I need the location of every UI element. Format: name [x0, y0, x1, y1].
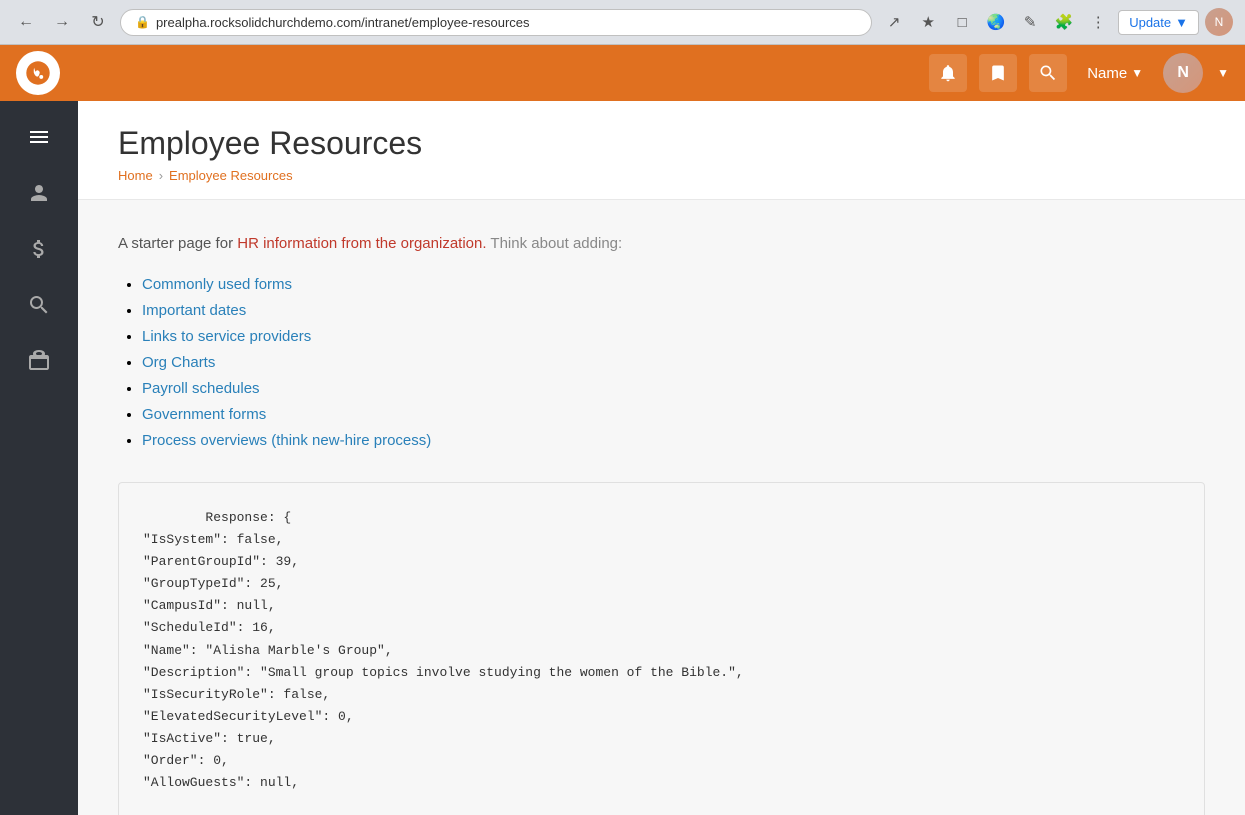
- pencil-button[interactable]: ✎: [1016, 8, 1044, 36]
- breadcrumb: Home › Employee Resources: [118, 168, 1205, 183]
- browser-chrome: ← → ↻ 🔒 prealpha.rocksolidchurchdemo.com…: [0, 0, 1245, 45]
- user-chevron-icon: ▼: [1131, 66, 1143, 80]
- list-item: Links to service providers: [142, 328, 1205, 346]
- reload-button[interactable]: ↻: [84, 8, 112, 36]
- address-bar[interactable]: 🔒 prealpha.rocksolidchurchdemo.com/intra…: [120, 9, 872, 36]
- list-item: Process overviews (think new-hire proces…: [142, 432, 1205, 450]
- share-button[interactable]: ↗: [880, 8, 908, 36]
- intro-highlight: HR information from the organization.: [237, 235, 486, 252]
- list-item: Government forms: [142, 406, 1205, 424]
- breadcrumb-current: Employee Resources: [169, 168, 293, 183]
- search-button[interactable]: [1029, 54, 1067, 92]
- breadcrumb-separator: ›: [159, 168, 163, 183]
- intro-think: Think about adding:: [487, 235, 623, 252]
- forward-button[interactable]: →: [48, 8, 76, 36]
- top-nav: Name ▼ N ▼: [0, 45, 1245, 101]
- app-wrapper: Name ▼ N ▼: [0, 45, 1245, 815]
- list-item: Important dates: [142, 302, 1205, 320]
- sidebar-item-finance[interactable]: [13, 223, 65, 275]
- bookmark-icon: [988, 63, 1008, 83]
- resource-link-providers[interactable]: Links to service providers: [142, 328, 311, 345]
- sidebar: [0, 101, 78, 815]
- wrench-icon: [27, 293, 51, 317]
- rock-logo-svg: [25, 60, 51, 86]
- more-button[interactable]: ⋮: [1084, 8, 1112, 36]
- list-item: Payroll schedules: [142, 380, 1205, 398]
- briefcase-icon: [27, 349, 51, 373]
- bell-icon: [938, 63, 958, 83]
- content-area: Employee Resources Home › Employee Resou…: [78, 101, 1245, 815]
- resource-link-orgcharts[interactable]: Org Charts: [142, 354, 215, 371]
- avatar-chevron-icon: ▼: [1217, 66, 1229, 80]
- finance-icon: [27, 237, 51, 261]
- breadcrumb-home[interactable]: Home: [118, 168, 153, 183]
- page-content: A starter page for HR information from t…: [78, 200, 1245, 815]
- rock-logo[interactable]: [16, 51, 60, 95]
- code-block: Response: { "IsSystem": false, "ParentGr…: [118, 482, 1205, 815]
- main-layout: Employee Resources Home › Employee Resou…: [0, 101, 1245, 815]
- search-icon: [1038, 63, 1058, 83]
- resource-link-dates[interactable]: Important dates: [142, 302, 246, 319]
- user-avatar[interactable]: N: [1163, 53, 1203, 93]
- lock-icon: 🔒: [135, 15, 150, 29]
- tab-button[interactable]: □: [948, 8, 976, 36]
- sidebar-item-content[interactable]: [13, 111, 65, 163]
- browser-actions: ↗ ★ □ 🌏 ✎ 🧩 ⋮ Update ▼ N: [880, 8, 1233, 36]
- resource-list: Commonly used forms Important dates Link…: [118, 276, 1205, 450]
- bookmark-button[interactable]: ★: [914, 8, 942, 36]
- puzzle-button[interactable]: 🧩: [1050, 8, 1078, 36]
- url-text: prealpha.rocksolidchurchdemo.com/intrane…: [156, 15, 857, 30]
- resource-link-forms[interactable]: Commonly used forms: [142, 276, 292, 293]
- sidebar-item-briefcase[interactable]: [13, 335, 65, 387]
- resource-link-govforms[interactable]: Government forms: [142, 406, 266, 423]
- person-icon: [27, 181, 51, 205]
- resource-link-process[interactable]: Process overviews (think new-hire proces…: [142, 432, 431, 449]
- page-title: Employee Resources: [118, 125, 1205, 162]
- sidebar-item-person[interactable]: [13, 167, 65, 219]
- browser-profile[interactable]: N: [1205, 8, 1233, 36]
- page-header: Employee Resources Home › Employee Resou…: [78, 101, 1245, 200]
- bookmarks-button[interactable]: [979, 54, 1017, 92]
- list-item: Org Charts: [142, 354, 1205, 372]
- intro-text: A starter page for HR information from t…: [118, 232, 1205, 256]
- notifications-button[interactable]: [929, 54, 967, 92]
- user-name-button[interactable]: Name ▼: [1079, 61, 1151, 86]
- back-button[interactable]: ←: [12, 8, 40, 36]
- list-item: Commonly used forms: [142, 276, 1205, 294]
- resource-link-payroll[interactable]: Payroll schedules: [142, 380, 260, 397]
- emoji-button[interactable]: 🌏: [982, 8, 1010, 36]
- sidebar-item-tools[interactable]: [13, 279, 65, 331]
- lines-icon: [27, 125, 51, 149]
- update-button[interactable]: Update ▼: [1118, 10, 1199, 35]
